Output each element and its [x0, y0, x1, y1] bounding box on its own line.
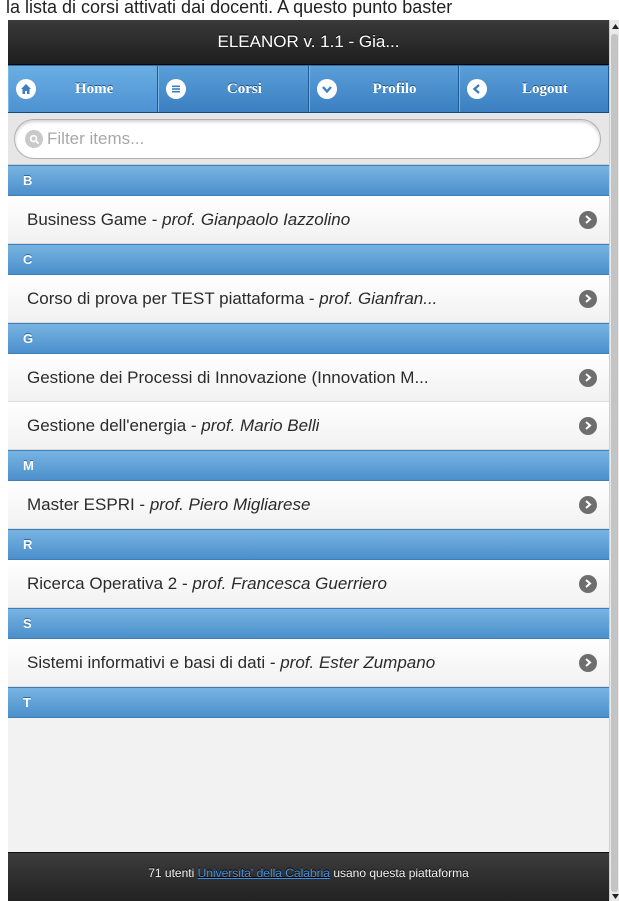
chevron-left-icon [466, 79, 487, 99]
list-item-course[interactable]: Corso di prova per TEST piattaforma - pr… [8, 275, 609, 323]
course-title: Sistemi informativi e basi di dati [27, 652, 266, 672]
footer-user-count: 71 utenti [148, 866, 195, 880]
nav-corsi-button[interactable]: Corsi [158, 66, 309, 112]
course-entry-text: Gestione dei Processi di Innovazione (In… [27, 368, 429, 388]
university-link[interactable]: Universita' della Calabria [198, 866, 330, 880]
scrollbar-thumb[interactable] [611, 34, 618, 892]
document-caption-text: la lista di corsi attivati dai docenti. … [0, 0, 619, 20]
chevron-right-icon [579, 416, 597, 435]
app-footer: 71 utenti Universita' della Calabria usa… [8, 852, 609, 901]
course-professor: prof. Piero Migliarese [149, 494, 311, 514]
course-entry-text: Corso di prova per TEST piattaforma - pr… [27, 288, 438, 308]
course-professor: prof. Gianfran... [319, 288, 438, 308]
app-title: ELEANOR v. 1.1 - Gia... [217, 32, 400, 51]
list-item-course[interactable]: Master ESPRI - prof. Piero Migliarese [8, 481, 609, 529]
chevron-right-icon [579, 574, 597, 593]
course-entry-text: Gestione dell'energia - prof. Mario Bell… [27, 415, 320, 435]
chevron-down-icon [316, 79, 337, 99]
list-divider-m: M [8, 450, 609, 481]
course-title: Corso di prova per TEST piattaforma [27, 288, 305, 308]
list-item-course[interactable]: Sistemi informativi e basi di dati - pro… [8, 639, 609, 687]
chevron-right-icon [579, 495, 597, 514]
search-icon [25, 130, 43, 148]
list-divider-t: T [8, 687, 609, 718]
course-entry-text: Ricerca Operativa 2 - prof. Francesca Gu… [27, 573, 387, 593]
footer-suffix: usano questa piattaforma [333, 866, 469, 880]
course-title: Master ESPRI [27, 494, 135, 514]
nav-bar: Home Corsi Profilo Logout [8, 65, 609, 113]
course-professor: prof. Francesca Guerriero [192, 573, 387, 593]
course-title: Ricerca Operativa 2 [27, 573, 178, 593]
filter-field[interactable] [14, 119, 601, 159]
nav-home-button[interactable]: Home [8, 66, 159, 112]
list-divider-s: S [8, 608, 609, 639]
scroll-up-arrow-icon[interactable] [611, 20, 619, 32]
course-title: Gestione dei Processi di Innovazione (In… [27, 367, 429, 387]
filter-bar [8, 113, 609, 165]
nav-profilo-button[interactable]: Profilo [308, 66, 459, 112]
mobile-app-frame: ELEANOR v. 1.1 - Gia... Home Corsi Profi… [8, 20, 609, 901]
course-professor: prof. Mario Belli [201, 415, 320, 435]
list-divider-g: G [8, 323, 609, 354]
list-item-course[interactable]: Ricerca Operativa 2 - prof. Francesca Gu… [8, 560, 609, 608]
list-item-course[interactable]: Business Game - prof. Gianpaolo Iazzolin… [8, 196, 609, 244]
chevron-right-icon [579, 289, 597, 308]
course-professor: prof. Ester Zumpano [280, 652, 436, 672]
filter-input[interactable] [47, 129, 527, 149]
list-divider-r: R [8, 529, 609, 560]
chevron-right-icon [579, 368, 597, 387]
course-entry-text: Master ESPRI - prof. Piero Migliarese [27, 494, 311, 514]
list-divider-c: C [8, 244, 609, 275]
app-header: ELEANOR v. 1.1 - Gia... [8, 20, 609, 65]
course-entry-text: Business Game - prof. Gianpaolo Iazzolin… [27, 209, 351, 229]
home-icon [16, 79, 36, 99]
list-item-course[interactable]: Gestione dei Processi di Innovazione (In… [8, 354, 609, 402]
course-title: Gestione dell'energia [27, 415, 187, 435]
chevron-right-icon [579, 653, 597, 672]
nav-logout-button[interactable]: Logout [458, 66, 609, 112]
scroll-down-arrow-icon[interactable] [611, 891, 619, 901]
course-list: B Business Game - prof. Gianpaolo Iazzol… [8, 165, 609, 718]
course-professor: prof. Gianpaolo Iazzolino [162, 209, 351, 229]
vertical-scrollbar[interactable] [609, 20, 619, 901]
course-entry-text: Sistemi informativi e basi di dati - pro… [27, 652, 436, 672]
course-title: Business Game [27, 209, 147, 229]
list-item-course[interactable]: Gestione dell'energia - prof. Mario Bell… [8, 402, 609, 450]
chevron-right-icon [579, 210, 597, 229]
list-divider-b: B [8, 165, 609, 196]
